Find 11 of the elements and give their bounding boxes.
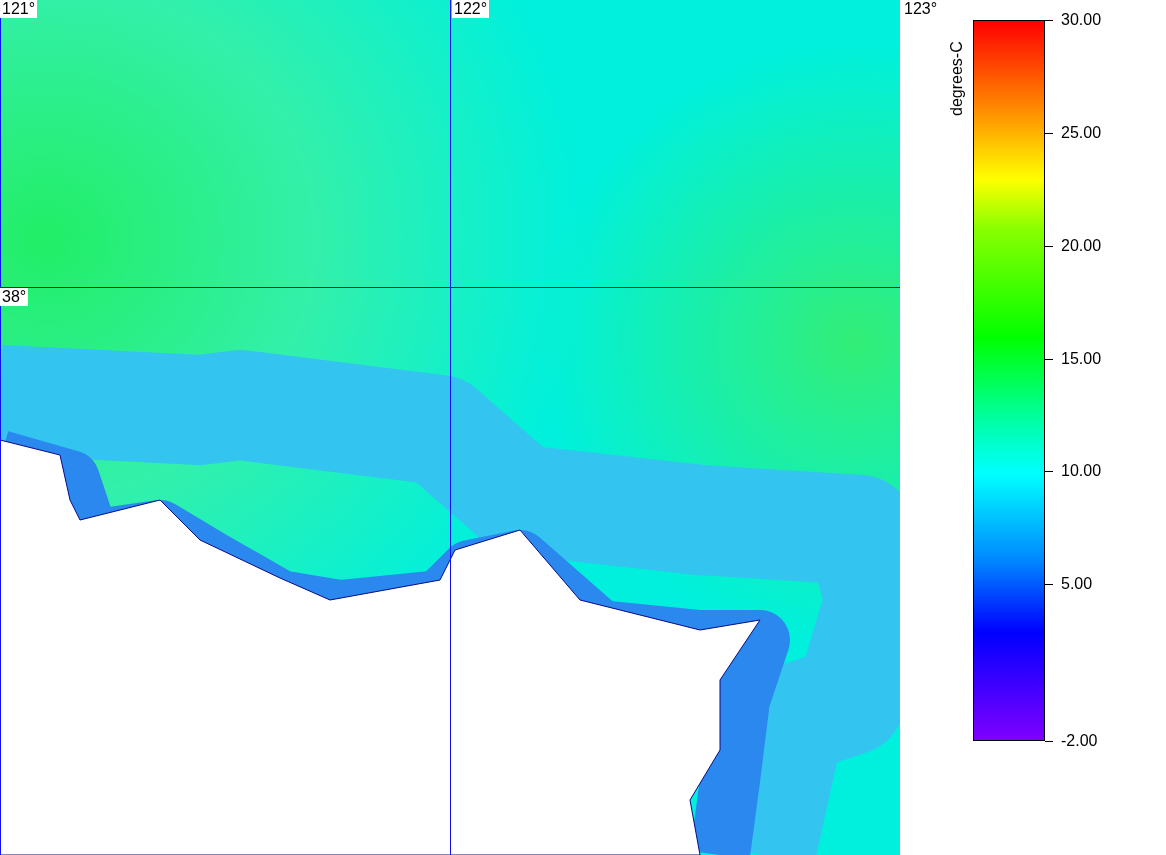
scale-tick-label: 20.00 xyxy=(1045,237,1102,256)
scale-tick-label: 10.00 xyxy=(1045,461,1102,480)
scale-tick-label: -2.00 xyxy=(1045,732,1098,750)
longitude-label: 122° xyxy=(452,0,490,18)
unit-label: degrees-C xyxy=(948,40,966,116)
longitude-label: 121° xyxy=(0,0,38,18)
scale-tick-label: 5.00 xyxy=(1045,574,1093,593)
scale-tick-label: 25.00 xyxy=(1045,124,1102,143)
scale-tick-label: 30.00 xyxy=(1045,11,1102,29)
latitude-label: 38° xyxy=(0,288,29,306)
scale-tick-label: 15.00 xyxy=(1045,349,1102,368)
